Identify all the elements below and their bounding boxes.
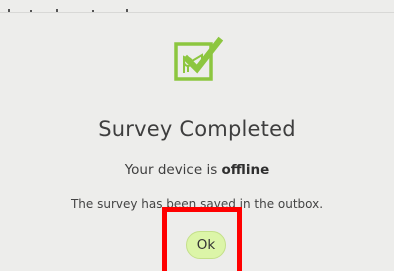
truncated-toolbar-remnant — [8, 9, 128, 12]
device-status-prefix: Your device is — [124, 162, 222, 178]
device-status-text: Your device is offline — [0, 162, 394, 178]
screen: Survey Completed Your device is offline … — [0, 0, 394, 271]
dialog-title: Survey Completed — [98, 117, 296, 141]
device-status-value: offline — [221, 162, 270, 178]
survey-map-check-icon — [173, 35, 224, 85]
saved-message: The survey has been saved in the outbox. — [70, 197, 324, 211]
ok-button[interactable]: Ok — [186, 231, 226, 259]
survey-completed-dialog: Survey Completed Your device is offline … — [0, 13, 394, 271]
